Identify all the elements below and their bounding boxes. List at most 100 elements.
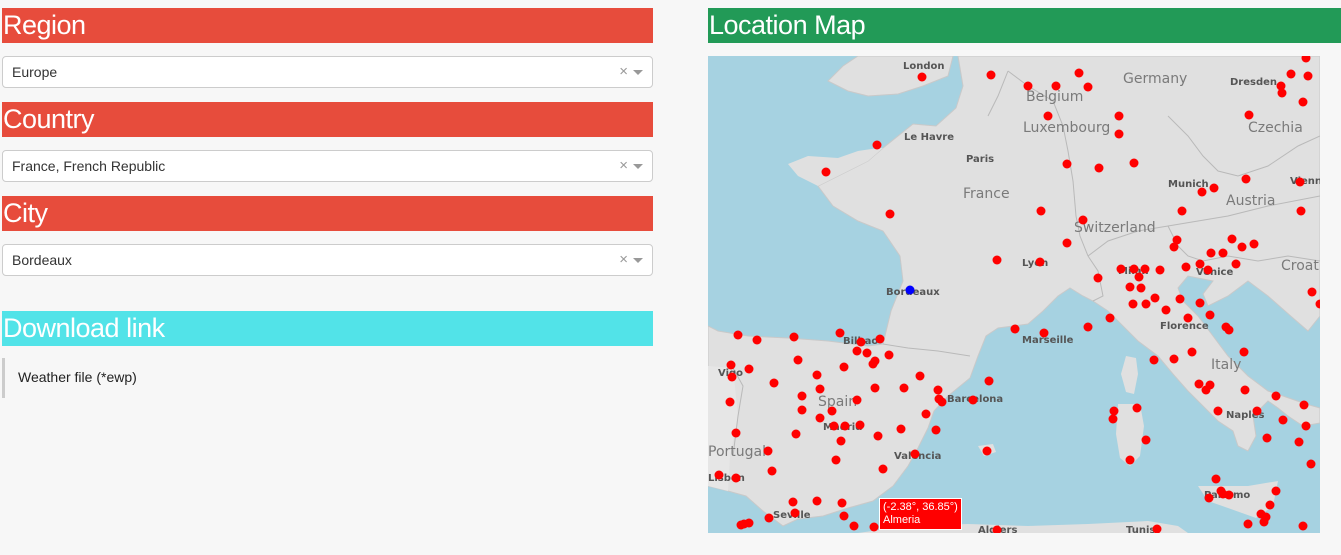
station-marker[interactable] <box>915 371 925 381</box>
station-marker[interactable] <box>1108 414 1118 424</box>
station-marker[interactable] <box>790 508 800 518</box>
station-marker[interactable] <box>835 328 845 338</box>
station-marker[interactable] <box>1298 521 1308 531</box>
station-marker[interactable] <box>731 428 741 438</box>
weather-file-link[interactable]: Weather file (*ewp) <box>18 369 137 385</box>
station-marker[interactable] <box>910 449 920 459</box>
station-marker[interactable] <box>829 421 839 431</box>
station-marker[interactable] <box>797 405 807 415</box>
station-marker[interactable] <box>1062 159 1072 169</box>
station-marker[interactable] <box>899 383 909 393</box>
station-marker[interactable] <box>1043 111 1053 121</box>
station-marker[interactable] <box>815 413 825 423</box>
station-marker[interactable] <box>1140 264 1150 274</box>
station-marker[interactable] <box>1239 347 1249 357</box>
station-marker[interactable] <box>1218 248 1228 258</box>
station-marker[interactable] <box>1277 88 1287 98</box>
region-clear-icon[interactable]: × <box>619 57 628 87</box>
station-marker[interactable] <box>1298 97 1308 107</box>
region-select[interactable]: Europe × <box>2 56 653 88</box>
station-marker[interactable] <box>1194 379 1204 389</box>
station-marker[interactable] <box>856 337 866 347</box>
region-dropdown-arrow-icon[interactable] <box>633 70 643 75</box>
station-marker[interactable] <box>1296 206 1306 216</box>
station-marker[interactable] <box>731 473 741 483</box>
station-marker[interactable] <box>1125 455 1135 465</box>
station-marker[interactable] <box>1051 81 1061 91</box>
station-marker[interactable] <box>714 470 724 480</box>
station-marker[interactable] <box>1161 305 1171 315</box>
city-clear-icon[interactable]: × <box>619 245 628 275</box>
station-marker[interactable] <box>1116 264 1126 274</box>
station-marker[interactable] <box>1136 283 1146 293</box>
station-marker[interactable] <box>837 498 847 508</box>
station-marker[interactable] <box>1183 313 1193 323</box>
station-marker[interactable] <box>1307 287 1317 297</box>
station-marker[interactable] <box>1141 299 1151 309</box>
station-marker[interactable] <box>1125 282 1135 292</box>
station-marker[interactable] <box>862 348 872 358</box>
station-marker[interactable] <box>878 464 888 474</box>
station-marker[interactable] <box>1240 385 1250 395</box>
city-dropdown-arrow-icon[interactable] <box>633 258 643 263</box>
station-marker[interactable] <box>788 497 798 507</box>
station-marker[interactable] <box>1306 459 1316 469</box>
country-clear-icon[interactable]: × <box>619 151 628 181</box>
station-marker[interactable] <box>1249 239 1259 249</box>
station-marker[interactable] <box>1224 490 1234 500</box>
station-marker[interactable] <box>852 346 862 356</box>
station-marker[interactable] <box>727 372 737 382</box>
station-marker[interactable] <box>992 255 1002 265</box>
station-marker[interactable] <box>736 520 746 530</box>
station-marker[interactable] <box>982 446 992 456</box>
station-marker[interactable] <box>1134 272 1144 282</box>
station-marker[interactable] <box>815 384 825 394</box>
station-marker[interactable] <box>763 446 773 456</box>
station-marker[interactable] <box>1083 82 1093 92</box>
station-marker[interactable] <box>917 72 927 82</box>
station-marker[interactable] <box>1036 206 1046 216</box>
station-marker[interactable] <box>1181 262 1191 272</box>
station-marker[interactable] <box>873 431 883 441</box>
station-marker[interactable] <box>1286 69 1296 79</box>
station-marker[interactable] <box>1155 265 1165 275</box>
station-marker[interactable] <box>1206 248 1216 258</box>
station-marker[interactable] <box>1271 391 1281 401</box>
station-marker[interactable] <box>1129 264 1139 274</box>
station-marker[interactable] <box>767 466 777 476</box>
selected-city-marker[interactable] <box>905 285 915 295</box>
station-marker[interactable] <box>1197 187 1207 197</box>
station-marker[interactable] <box>1129 158 1139 168</box>
station-marker[interactable] <box>1074 68 1084 78</box>
station-marker[interactable] <box>764 513 774 523</box>
station-marker[interactable] <box>1114 111 1124 121</box>
station-marker[interactable] <box>1150 293 1160 303</box>
station-marker[interactable] <box>1211 474 1221 484</box>
station-marker[interactable] <box>1093 273 1103 283</box>
station-marker[interactable] <box>1271 486 1281 496</box>
station-marker[interactable] <box>1278 415 1288 425</box>
station-marker[interactable] <box>1010 324 1020 334</box>
station-marker[interactable] <box>1141 435 1151 445</box>
station-marker[interactable] <box>733 330 743 340</box>
station-marker[interactable] <box>849 521 859 531</box>
station-marker[interactable] <box>1128 299 1138 309</box>
station-marker[interactable] <box>752 335 762 345</box>
station-marker[interactable] <box>797 391 807 401</box>
station-marker[interactable] <box>1172 235 1182 245</box>
station-marker[interactable] <box>1252 406 1262 416</box>
station-marker[interactable] <box>1299 400 1309 410</box>
station-marker[interactable] <box>1209 183 1219 193</box>
station-marker[interactable] <box>812 496 822 506</box>
station-marker[interactable] <box>1105 313 1115 323</box>
station-marker[interactable] <box>789 332 799 342</box>
station-marker[interactable] <box>1303 71 1313 81</box>
country-select[interactable]: France, French Republic × <box>2 150 653 182</box>
station-marker[interactable] <box>870 383 880 393</box>
station-marker[interactable] <box>793 355 803 365</box>
station-marker[interactable] <box>868 359 878 369</box>
station-marker[interactable] <box>791 429 801 439</box>
station-marker[interactable] <box>1294 437 1304 447</box>
station-marker[interactable] <box>1023 81 1033 91</box>
station-marker[interactable] <box>986 70 996 80</box>
